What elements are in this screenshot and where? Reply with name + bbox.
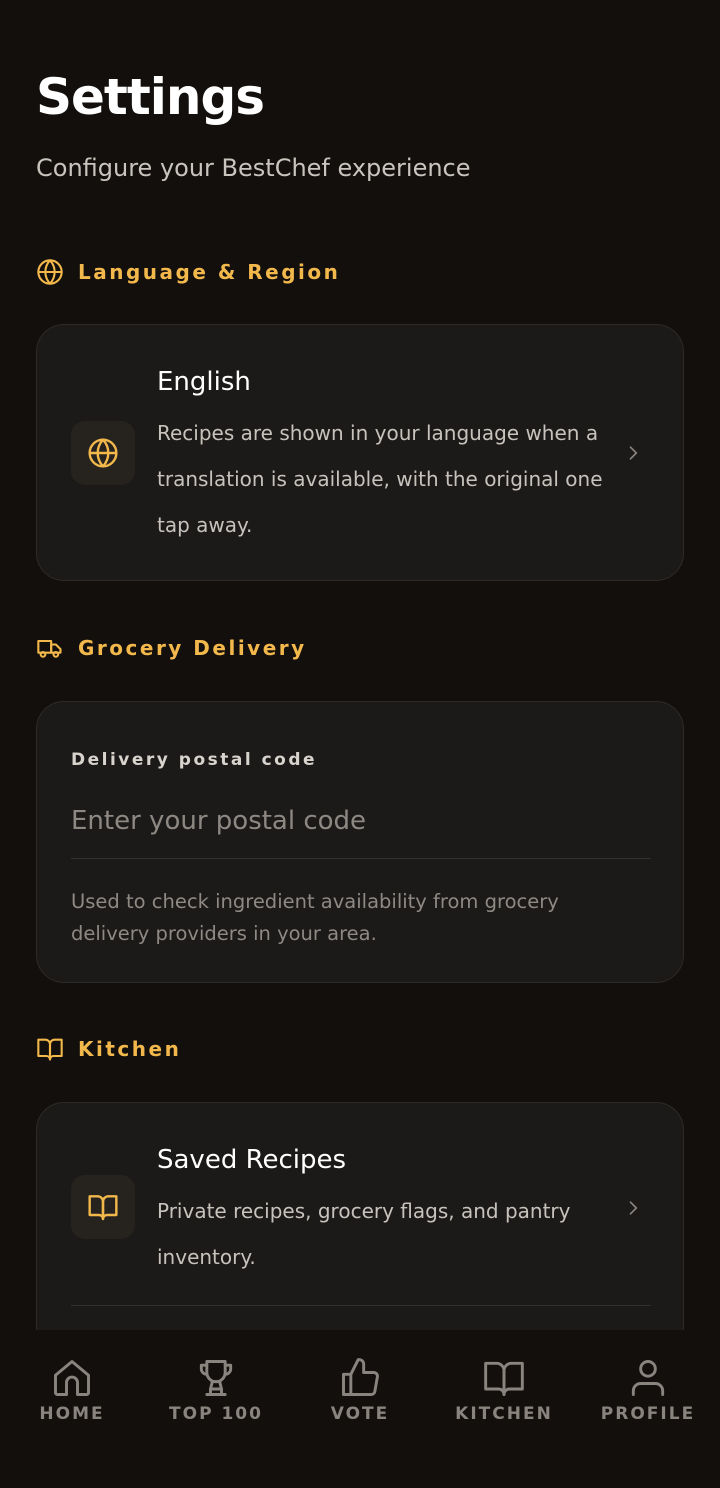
section-label-grocery: Grocery Delivery [78,636,307,660]
nav-label-top-100: TOP 100 [169,1404,263,1424]
nav-item-profile[interactable]: PROFILE [576,1330,720,1488]
globe-icon [71,421,135,485]
book-icon [36,1035,64,1063]
nav-item-top-100[interactable]: TOP 100 [144,1330,288,1488]
saved-recipes-description: Private recipes, grocery flags, and pant… [157,1199,571,1269]
nav-label-home: HOME [39,1404,105,1424]
bottom-nav: HOME TOP 100 VOTE KITCHEN PROFILE [0,1330,720,1488]
nav-item-kitchen[interactable]: KITCHEN [432,1330,576,1488]
section-header-language: Language & Region [36,258,340,286]
page-subtitle: Configure your BestChef experience [36,154,471,182]
section-label-language: Language & Region [78,260,341,284]
book-icon [71,1175,135,1239]
nav-label-kitchen: KITCHEN [455,1404,553,1424]
page-title: Settings [36,68,265,126]
divider [71,1305,651,1306]
nav-item-vote[interactable]: VOTE [288,1330,432,1488]
section-header-kitchen: Kitchen [36,1035,181,1063]
postal-code-label: Delivery postal code [71,750,318,770]
postal-code-hint: Used to check ingredient availability fr… [71,890,559,945]
language-row[interactable]: English Recipes are shown in your langua… [36,324,684,581]
truck-icon [36,634,64,662]
language-description: Recipes are shown in your language when … [157,421,603,537]
chevron-right-icon [629,446,638,460]
home-icon [54,1360,90,1396]
saved-recipes-title: Saved Recipes [157,1145,347,1175]
section-header-grocery: Grocery Delivery [36,634,307,662]
language-title: English [157,367,251,397]
nav-label-profile: PROFILE [600,1404,696,1424]
postal-code-card: Delivery postal code Used to check ingre… [36,701,684,983]
globe-icon [36,258,64,286]
user-icon [631,1360,665,1396]
chevron-right-icon [629,1201,638,1215]
nav-item-home[interactable]: HOME [0,1330,144,1488]
trophy-icon [199,1360,233,1396]
saved-recipes-row[interactable]: Saved Recipes Private recipes, grocery f… [36,1102,684,1362]
nav-label-vote: VOTE [330,1404,390,1424]
thumbs-up-icon [342,1358,379,1396]
section-label-kitchen: Kitchen [78,1037,182,1061]
book-icon [484,1361,524,1396]
postal-code-input[interactable] [71,796,651,846]
divider [71,858,651,859]
